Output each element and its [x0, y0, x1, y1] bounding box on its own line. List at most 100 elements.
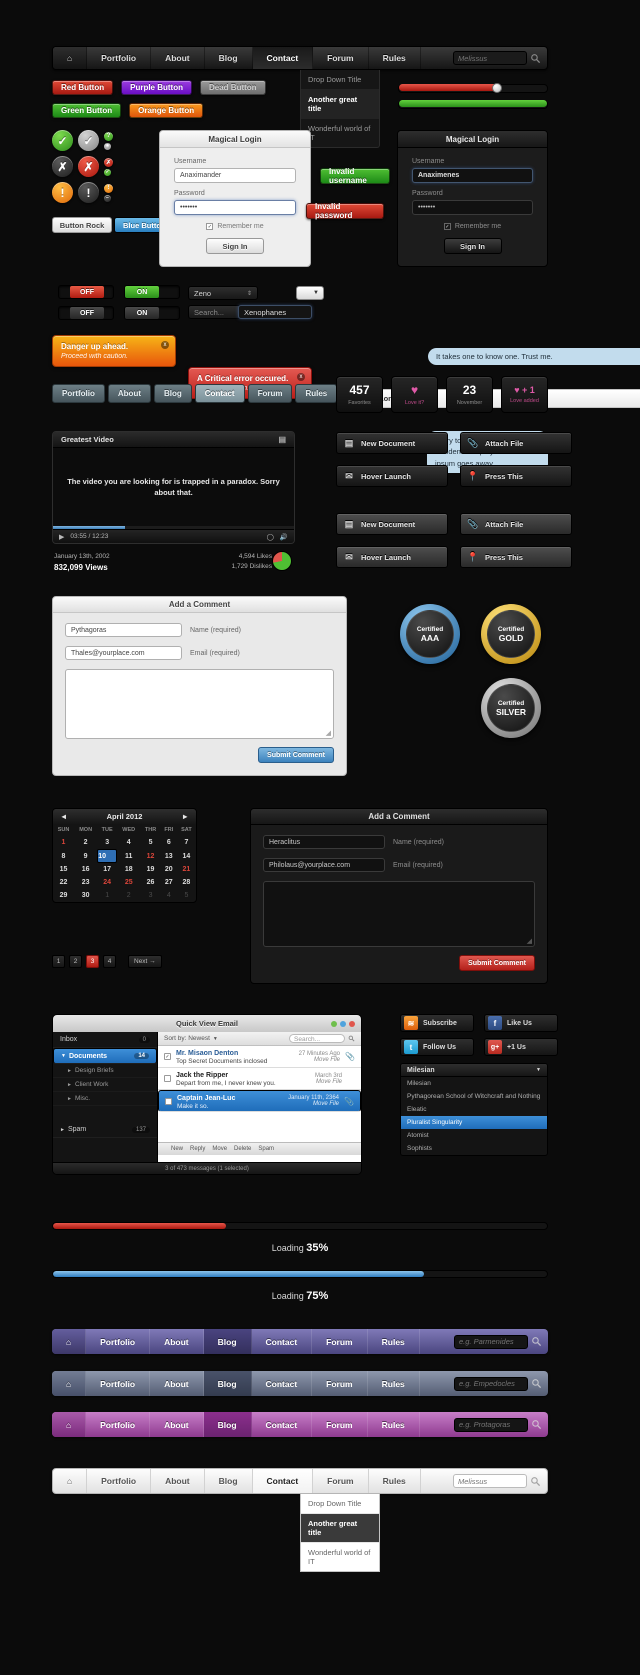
listbox-option-selected[interactable]: Pluralist Singularity [401, 1116, 547, 1129]
nav-item-rules[interactable]: Rules [368, 1371, 420, 1396]
check-icon-small-green[interactable]: ✓ [104, 168, 111, 176]
signin-button-dark[interactable]: Sign In [443, 238, 502, 254]
volume-icon[interactable]: 🔊 [280, 533, 288, 541]
green-slider-track[interactable] [398, 100, 548, 109]
nav-item-about[interactable]: About [150, 1371, 204, 1396]
new-document-button[interactable]: ▤ New Document [336, 432, 448, 454]
magnifier-icon[interactable] [530, 1476, 541, 1487]
stat-love-added[interactable]: ♥ + 1 Love added [501, 376, 548, 413]
subfolder-misc[interactable]: ► Misc. [53, 1092, 157, 1106]
page-2[interactable]: 2 [69, 955, 82, 968]
nav-item-blog[interactable]: Blog [205, 47, 253, 69]
resize-handle-icon[interactable]: ◢ [527, 937, 532, 945]
warning-icon-dark[interactable]: ! [78, 182, 99, 203]
maximize-dot[interactable] [340, 1020, 346, 1027]
dropdown-item-1[interactable]: Another great title [301, 90, 379, 119]
action-reply[interactable]: Reply [190, 1146, 205, 1152]
page-next-button[interactable]: Next → [128, 955, 162, 968]
magnifier-icon[interactable] [531, 1378, 542, 1389]
subscribe-button[interactable]: ≋ Subscribe [400, 1014, 474, 1032]
page-1[interactable]: 1 [52, 955, 65, 968]
listbox-option[interactable]: Sophists [401, 1142, 547, 1155]
nav-search-input[interactable] [453, 1474, 527, 1488]
cross-icon-red[interactable]: ✗ [78, 156, 99, 177]
alert-close-icon[interactable]: x [297, 373, 305, 381]
chevron-down-icon[interactable]: ▼ [536, 1067, 541, 1073]
nav-item-forum[interactable]: Forum [312, 1412, 368, 1437]
attach-file-button[interactable]: 📎 Attach File [460, 432, 572, 454]
red-button[interactable]: Red Button [52, 80, 114, 95]
login-light-password-input[interactable]: ••••••• [174, 200, 296, 215]
comment-light-submit-button[interactable]: Submit Comment [258, 747, 334, 763]
stat-love-it[interactable]: ♥ Love it? [391, 376, 438, 413]
login-dark-username-input[interactable]: Anaximenes [412, 168, 533, 183]
toggle-off-gray[interactable]: OFF [58, 306, 114, 320]
nav-item-about[interactable]: About [150, 1412, 204, 1437]
question-icon-green[interactable]: ? [104, 131, 113, 141]
hover-launch-button[interactable]: ✉ Hover Launch [336, 465, 448, 487]
attach-file-button-light[interactable]: 📎 Attach File [460, 513, 572, 535]
folder-documents[interactable]: ▼ Documents 14 [53, 1048, 157, 1064]
action-new[interactable]: New [171, 1146, 183, 1152]
dropdown-item-1[interactable]: Another great title [301, 1514, 379, 1543]
signin-button-light[interactable]: Sign In [206, 238, 264, 254]
nav-home-button[interactable]: ⌂ [52, 1329, 87, 1354]
cross-icon-dark[interactable]: ✗ [52, 156, 73, 177]
nav-item-portfolio[interactable]: Portfolio [86, 1371, 151, 1396]
select-white-arrow[interactable]: ▼ [296, 286, 324, 300]
pill-tab-forum[interactable]: Forum [247, 384, 293, 403]
remember-me-checkbox-dark[interactable]: ✓ [443, 223, 451, 230]
nav-item-forum[interactable]: Forum [312, 1329, 368, 1354]
hover-launch-button-light[interactable]: ✉ Hover Launch [336, 546, 448, 568]
sort-by-dropdown[interactable]: Sort by: Newest [164, 1035, 210, 1042]
remember-me-checkbox-light[interactable]: ✓ [206, 223, 214, 230]
nav-search-input[interactable] [454, 1417, 528, 1432]
check-icon-gray[interactable]: ✓ [78, 130, 99, 151]
folder-spam[interactable]: ► Spam 137 [53, 1122, 157, 1138]
select-zeno[interactable]: Zeno ⇕ [188, 286, 258, 300]
pill-tab-about[interactable]: About [107, 384, 151, 403]
nav-item-portfolio[interactable]: Portfolio [86, 1412, 151, 1437]
stat-favorites[interactable]: 457 Favorites [336, 376, 383, 413]
action-spam[interactable]: Spam [258, 1146, 274, 1152]
new-document-button-light[interactable]: ▤ New Document [336, 513, 448, 535]
red-slider-knob[interactable] [492, 83, 503, 93]
pill-tab-rules[interactable]: Rules [295, 384, 338, 403]
email-row[interactable]: Captain Jean-Luc Make it so. January 11th… [158, 1090, 361, 1112]
comment-light-textarea[interactable]: ◢ [65, 669, 334, 739]
window-controls[interactable] [331, 1020, 355, 1027]
listbox-option[interactable]: Eleatic [401, 1103, 547, 1116]
pagination[interactable]: 1 2 3 4 Next → [52, 955, 162, 968]
nav-item-contact[interactable]: Contact [252, 1329, 313, 1354]
nav-item-about[interactable]: About [151, 1469, 205, 1493]
action-delete[interactable]: Delete [234, 1146, 251, 1152]
email-footer-actions[interactable]: New Reply Move Delete Spam [158, 1142, 361, 1155]
attachment-icon[interactable]: 📎 [345, 1052, 355, 1061]
listbox-option[interactable]: Milesian [401, 1077, 547, 1090]
pill-tab-portfolio[interactable]: Portfolio [52, 384, 105, 403]
settings-icon[interactable]: ◯ [267, 533, 274, 541]
expand-icon[interactable]: ▤ [278, 435, 286, 444]
button-rock[interactable]: Button Rock [52, 217, 112, 233]
follow-us-button[interactable]: t Follow Us [400, 1038, 474, 1056]
nav-item-blog[interactable]: Blog [203, 1329, 252, 1354]
listbox-option[interactable]: Pythagorean School of Witchcraft and Not… [401, 1090, 547, 1103]
text-input-xenophanes[interactable]: Xenophanes [238, 305, 312, 319]
subfolder-client-work[interactable]: ► Client Work [53, 1078, 157, 1092]
dropdown-item-0[interactable]: Drop Down Title [301, 70, 379, 90]
check-icon-green[interactable]: ✓ [52, 130, 73, 151]
nav-item-contact[interactable]: Contact [252, 1469, 314, 1493]
resize-handle-icon[interactable]: ◢ [326, 729, 331, 737]
minus-icon-small[interactable]: − [104, 194, 111, 202]
page-4[interactable]: 4 [103, 955, 116, 968]
toggle-off-color[interactable]: OFF [58, 285, 114, 299]
comment-light-name-input[interactable]: Pythagoras [65, 623, 182, 637]
comment-dark-name-input[interactable]: Heraclitus [263, 835, 385, 849]
nav-item-portfolio[interactable]: Portfolio [87, 1469, 152, 1493]
calendar-next-button[interactable]: ► [182, 812, 189, 821]
navbar-steel[interactable]: ⌂ Portfolio About Blog Contact Forum Rul… [52, 1371, 548, 1396]
page-3-current[interactable]: 3 [86, 955, 99, 968]
comment-dark-submit-button[interactable]: Submit Comment [459, 955, 535, 971]
nav-dropdown-menu[interactable]: Drop Down Title Another great title Wond… [300, 70, 380, 148]
plus-one-button[interactable]: g+ +1 Us [484, 1038, 558, 1056]
